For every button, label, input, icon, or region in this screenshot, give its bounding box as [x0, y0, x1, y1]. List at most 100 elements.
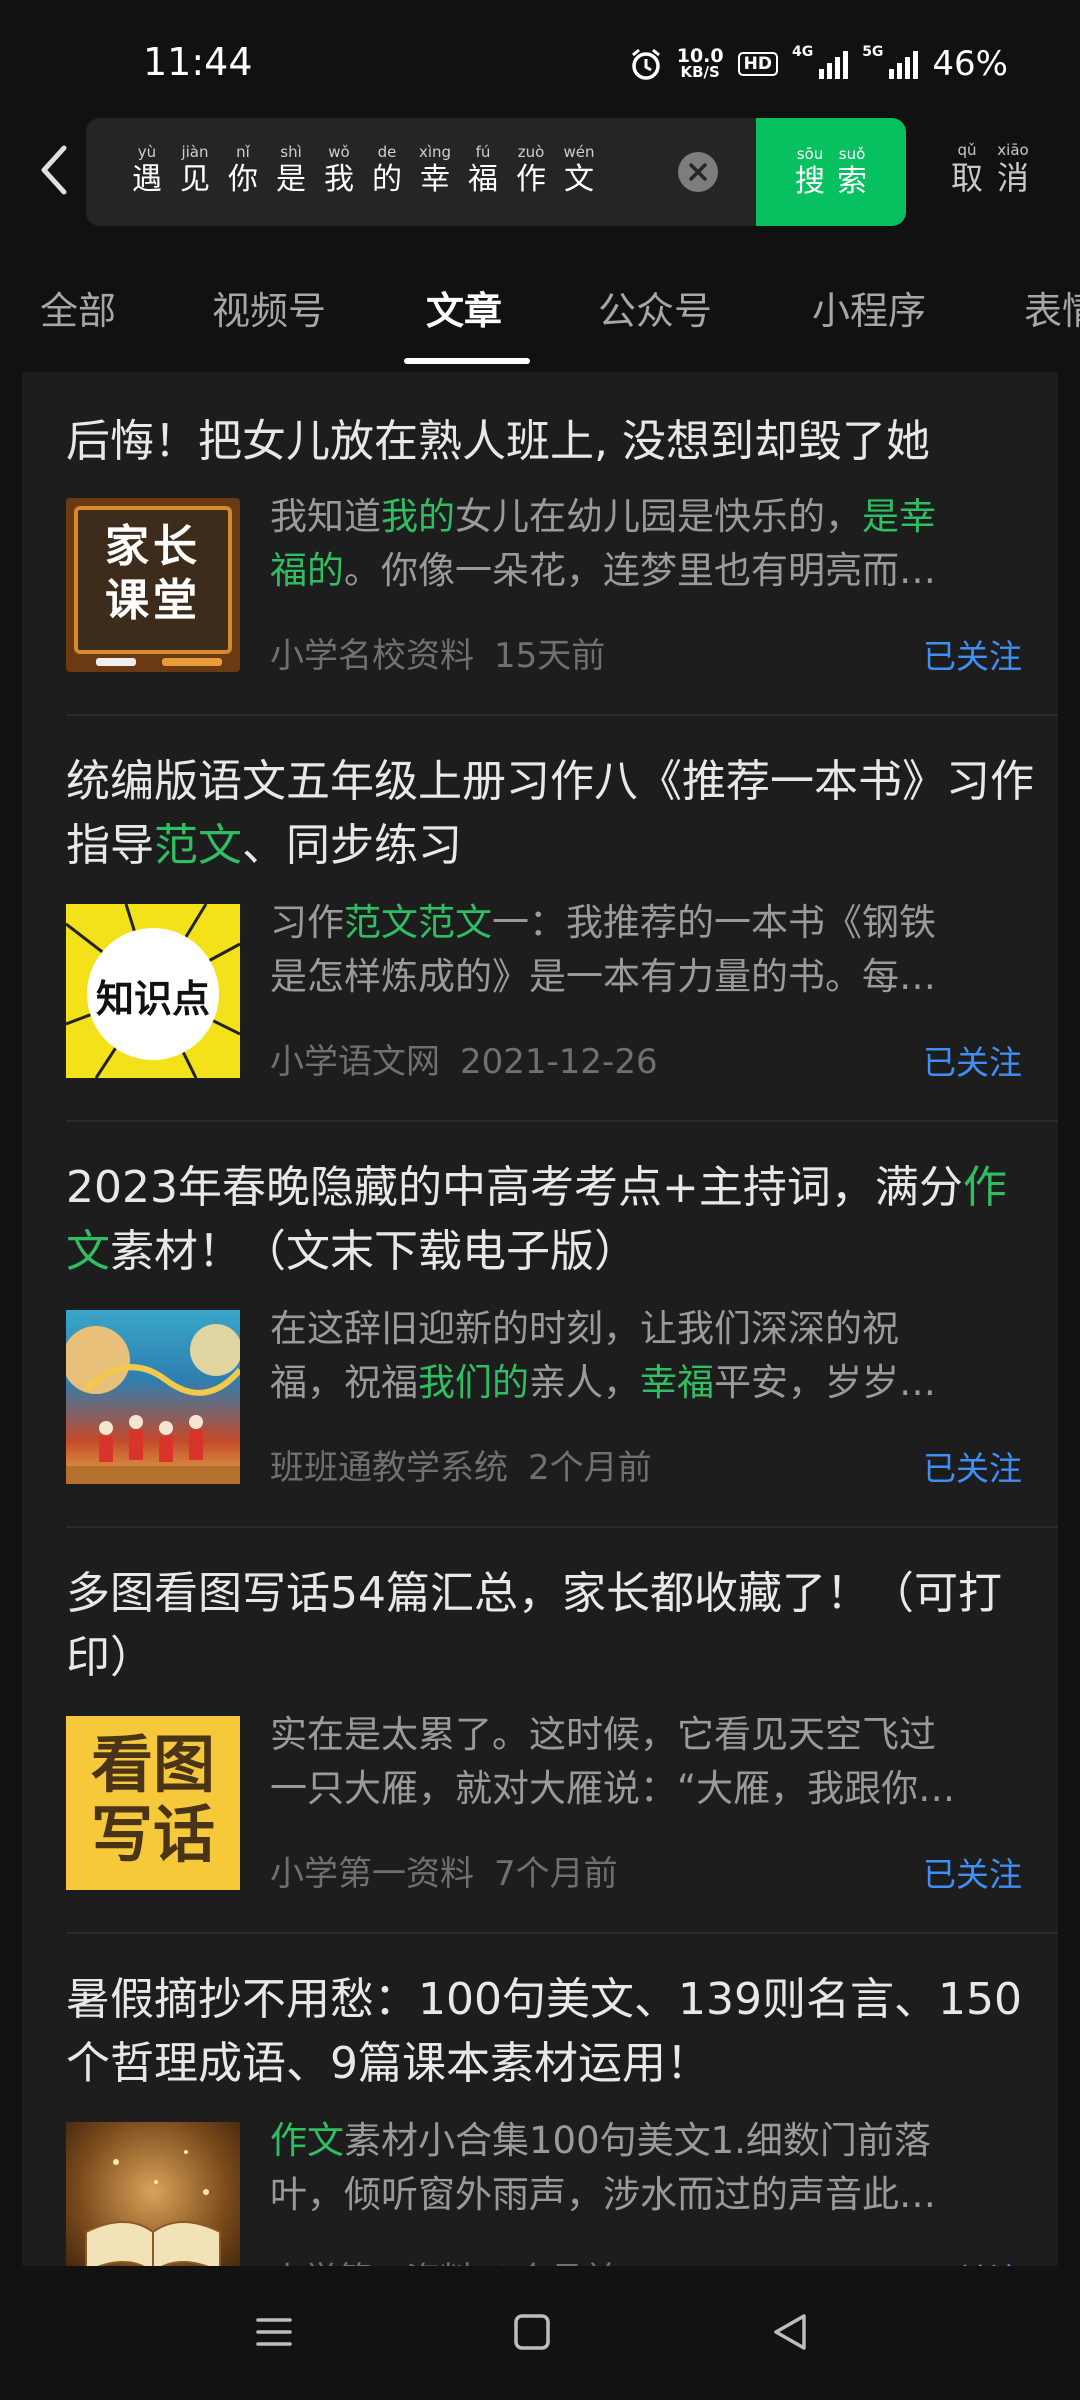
search-button[interactable]: sōu 搜 suǒ 索	[756, 118, 906, 226]
source-account[interactable]: 小学语文网	[270, 1042, 440, 1082]
keyword-highlight: 范文	[154, 820, 242, 871]
text-segment: 亲人，	[529, 1361, 640, 1404]
pinyin-character: zuò 作	[516, 143, 546, 197]
keyword-highlight: 是幸	[862, 495, 936, 538]
close-icon	[689, 163, 707, 181]
article-thumbnail: 知识点	[66, 904, 240, 1078]
pinyin-character: nǐ 你	[228, 143, 258, 197]
text-segment: 一：我推荐的一本书《钢铁	[492, 901, 936, 944]
publish-date: 7个月前	[494, 1854, 618, 1894]
text-segment: 。你像一朵花，连梦里也有明亮而…	[344, 549, 936, 592]
battery-level: 46%	[932, 44, 1008, 84]
tab-mini-programs[interactable]: 小程序	[812, 280, 926, 335]
clear-search-button[interactable]	[678, 152, 718, 192]
keyword-highlight: 作文	[270, 2119, 344, 2162]
text-segment: 一只大雁，就对大雁说：“大雁，我跟你…	[270, 1767, 956, 1810]
text-segment: 福，祝福	[270, 1361, 418, 1404]
hd-badge: HD	[737, 52, 778, 76]
article-title: 多图看图写话54篇汇总，家长都收藏了！（可打印）	[66, 1562, 1036, 1690]
text-segment: 素材小合集100句美文1.细数门前落	[344, 2119, 931, 2162]
text-segment: 我知道	[270, 495, 381, 538]
pinyin-character: xiāo 消	[996, 141, 1029, 197]
source-account[interactable]: 小学名校资料	[270, 636, 474, 676]
article-snippet: 实在是太累了。这时候，它看见天空飞过 一只大雁，就对大雁说：“大雁，我跟你…	[270, 1708, 1034, 1816]
pinyin-character: yù 遇	[132, 143, 162, 197]
network-type-2: 5G	[862, 44, 884, 60]
text-segment: 后悔！把女儿放在熟人班上, 没想到却毁了她	[66, 416, 930, 467]
article-title: 后悔！把女儿放在熟人班上, 没想到却毁了她	[66, 410, 1036, 474]
source-account[interactable]: 小学第一资料	[270, 1854, 474, 1894]
followed-badge[interactable]: 已关注	[923, 1442, 1022, 1490]
source-account[interactable]: 班班通教学系统	[270, 1448, 508, 1488]
article-meta: 小学名校资料 15天前	[270, 628, 605, 677]
article-title: 暑假摘抄不用愁：100句美文、139则名言、150个哲理成语、9篇课本素材运用！	[66, 1968, 1036, 2096]
article-title: 统编版语文五年级上册习作八《推荐一本书》习作指导范文、同步练习	[66, 750, 1036, 878]
list-item[interactable]: 统编版语文五年级上册习作八《推荐一本书》习作指导范文、同步练习 知识点 习作范文…	[22, 716, 1058, 1122]
pinyin-character: suǒ 索	[837, 145, 867, 199]
list-item[interactable]: 多图看图写话54篇汇总，家长都收藏了！（可打印） 看图写话 实在是太累了。这时候…	[22, 1528, 1058, 1934]
search-box[interactable]: yù 遇 jiàn 见 nǐ 你 shì 是 wǒ 我 de 的 xìng 幸 fú 福 zuò 作 wén 文 sō…	[86, 118, 906, 226]
pinyin-character: sōu 搜	[795, 145, 825, 199]
tab-indicator	[404, 358, 530, 364]
system-nav-bar	[0, 2266, 1080, 2400]
open-book-graphic	[85, 2150, 221, 2272]
pinyin-character: xìng 幸	[418, 143, 452, 197]
tab-bar: 全部 视频号 文章 公众号 小程序 表情	[0, 250, 1080, 370]
keyword-highlight: 福的	[270, 549, 344, 592]
list-item[interactable]: 2023年春晚隐藏的中高考考点+主持词，满分作文素材！（文末下载电子版） 在这辞…	[22, 1122, 1058, 1528]
stage-performance-graphic	[66, 1324, 240, 1484]
search-input[interactable]: yù 遇 jiàn 见 nǐ 你 shì 是 wǒ 我 de 的 xìng 幸 fú 福 zuò 作 wén 文	[126, 142, 600, 198]
home-icon[interactable]	[512, 2312, 552, 2352]
article-snippet: 我知道我的女儿在幼儿园是快乐的，是幸 福的。你像一朵花，连梦里也有明亮而…	[270, 490, 1034, 598]
article-thumbnail	[66, 2122, 240, 2272]
pinyin-character: de 的	[372, 143, 402, 197]
pinyin-character: wǒ 我	[324, 143, 354, 197]
text-segment: 平安，岁岁…	[714, 1361, 936, 1404]
text-segment: 在这辞旧迎新的时刻，让我们深深的祝	[270, 1307, 899, 1350]
clock: 11:44	[143, 40, 253, 84]
tab-channels[interactable]: 视频号	[212, 280, 326, 335]
tab-official-accounts[interactable]: 公众号	[598, 280, 712, 335]
article-meta: 班班通教学系统 2个月前	[270, 1440, 652, 1489]
results-list[interactable]: 后悔！把女儿放在熟人班上, 没想到却毁了她 家长课堂 我知道我的女儿在幼儿园是快…	[22, 372, 1058, 2272]
alarm-icon	[631, 48, 660, 80]
keyword-highlight: 我的	[381, 495, 455, 538]
article-thumbnail: 看图写话	[66, 1716, 240, 1890]
text-segment: 多图看图写话54篇汇总，家长都收藏了！（可打印）	[66, 1568, 1002, 1683]
publish-date: 15天前	[494, 636, 606, 676]
text-segment: 习作	[270, 901, 344, 944]
text-segment: 暑假摘抄不用愁：100句美文、139则名言、150个哲理成语、9篇课本素材运用！	[66, 1974, 1022, 2089]
article-snippet: 作文素材小合集100句美文1.细数门前落 叶，倾听窗外雨声，涉水而过的声音此…	[270, 2114, 1034, 2222]
signal-icon-2	[889, 49, 919, 79]
list-item[interactable]: 暑假摘抄不用愁：100句美文、139则名言、150个哲理成语、9篇课本素材运用！…	[22, 1934, 1058, 2272]
text-segment: 2023年春晚隐藏的中高考考点+主持词，满分	[66, 1162, 963, 1213]
text-segment: 实在是太累了。这时候，它看见天空飞过	[270, 1713, 936, 1756]
pinyin-character: qǔ 取	[950, 141, 983, 197]
tab-stickers[interactable]: 表情	[1024, 280, 1080, 335]
menu-icon[interactable]	[254, 2312, 294, 2352]
publish-date: 2个月前	[528, 1448, 652, 1488]
tab-articles[interactable]: 文章	[426, 280, 502, 335]
followed-badge[interactable]: 已关注	[923, 1036, 1022, 1084]
net-speed: 10.0 KB/S	[676, 45, 724, 81]
article-meta: 小学语文网 2021-12-26	[270, 1034, 658, 1083]
cancel-button[interactable]: qǔ 取 xiāo 消	[946, 140, 1034, 196]
pinyin-character: shì 是	[276, 143, 306, 197]
tab-all[interactable]: 全部	[40, 280, 116, 335]
pinyin-character: wén 文	[563, 143, 595, 197]
pinyin-character: fú 福	[468, 143, 498, 197]
publish-date: 2021-12-26	[460, 1042, 658, 1082]
back-icon[interactable]	[770, 2312, 810, 2352]
followed-badge[interactable]: 已关注	[923, 1848, 1022, 1896]
followed-badge[interactable]: 已关注	[923, 630, 1022, 678]
pinyin-character: jiàn 见	[180, 143, 210, 197]
keyword-highlight: 范文范文	[344, 901, 492, 944]
signal-icon	[819, 49, 849, 79]
status-icons: 10.0 KB/S HD 4G 5G 46%	[629, 44, 1008, 84]
back-arrow-icon[interactable]	[30, 140, 80, 200]
text-segment: 、同步练习	[242, 820, 462, 871]
status-bar: 11:44 10.0 KB/S HD 4G 5G 46%	[0, 0, 1080, 115]
network-type-1: 4G	[791, 44, 814, 60]
list-item[interactable]: 后悔！把女儿放在熟人班上, 没想到却毁了她 家长课堂 我知道我的女儿在幼儿园是快…	[22, 372, 1058, 716]
article-snippet: 在这辞旧迎新的时刻，让我们深深的祝 福，祝福我们的亲人，幸福平安，岁岁…	[270, 1302, 1034, 1410]
